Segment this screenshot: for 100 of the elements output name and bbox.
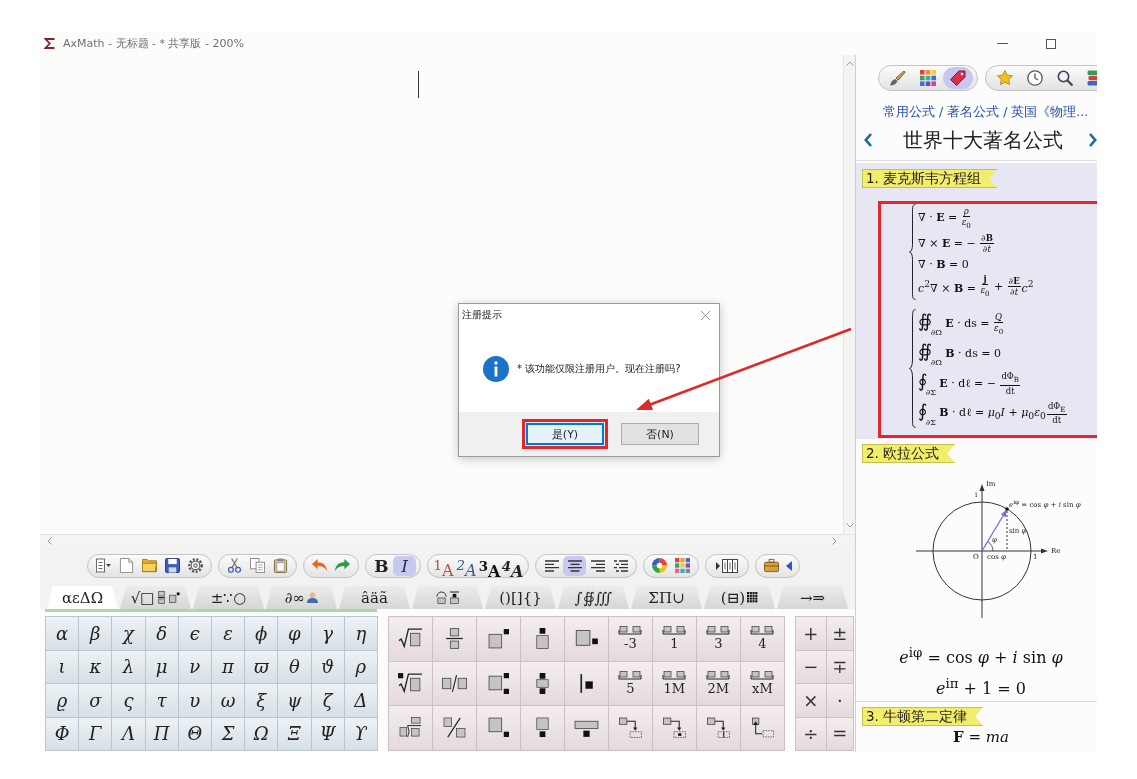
symbol-key[interactable]: χ — [112, 617, 146, 651]
symbol-key[interactable]: ψ — [278, 684, 312, 718]
symbol-tab[interactable]: ∫∯∭ — [558, 586, 629, 609]
scroll-left-icon[interactable] — [47, 537, 52, 545]
template-key[interactable]: 2M — [696, 661, 741, 706]
template-key[interactable]: 3 — [696, 617, 741, 662]
triangle-left-icon[interactable] — [786, 560, 792, 571]
color-grid-icon[interactable] — [675, 558, 690, 573]
symbol-key[interactable]: α — [46, 617, 80, 651]
symbol-key[interactable]: κ — [79, 650, 113, 684]
settings-icon[interactable] — [188, 558, 203, 573]
symbol-key[interactable]: υ — [178, 684, 212, 718]
symbol-key[interactable]: θ — [278, 650, 312, 684]
play-table-icon[interactable] — [716, 558, 738, 573]
search-icon[interactable] — [1057, 70, 1073, 86]
symbol-tab[interactable]: αεΔΩ — [47, 586, 118, 609]
horizontal-scrollbar[interactable] — [40, 534, 855, 547]
symbol-key[interactable]: ϱ — [46, 684, 80, 718]
library-tab[interactable] — [943, 67, 973, 89]
template-key[interactable] — [388, 661, 433, 706]
symbol-tab[interactable]: ∂∞ — [266, 586, 337, 609]
symbol-tab[interactable]: →⇒ — [777, 586, 848, 609]
symbol-key[interactable]: Δ — [344, 684, 378, 718]
template-key[interactable]: 1 — [652, 617, 697, 662]
symbol-tab[interactable] — [412, 586, 483, 609]
breadcrumb[interactable]: 常用公式 / 著名公式 / 英国《物理... — [883, 104, 1089, 120]
template-key[interactable]: 1M — [652, 661, 697, 706]
symbol-tab[interactable]: √□ — [120, 586, 191, 609]
maximize-icon[interactable] — [1046, 38, 1056, 49]
clock-icon[interactable] — [1027, 70, 1043, 86]
dialog-button[interactable]: 否(N) — [621, 423, 699, 445]
scroll-up-icon[interactable] — [845, 61, 854, 66]
save-icon[interactable] — [165, 558, 180, 573]
template-key[interactable]: 4 — [740, 617, 785, 662]
symbol-key[interactable]: φ — [278, 617, 312, 651]
symbol-key[interactable]: η — [344, 617, 378, 651]
vertical-scrollbar[interactable] — [843, 55, 855, 534]
symbol-key[interactable]: λ — [112, 650, 146, 684]
star-icon[interactable] — [997, 70, 1013, 86]
symbol-key[interactable]: Φ — [46, 717, 80, 751]
symbol-key[interactable]: γ — [311, 617, 345, 651]
dialog-button[interactable]: 是(Y) — [526, 423, 604, 445]
template-key[interactable] — [520, 661, 565, 706]
font-style-button[interactable]: $^{4}$A — [501, 555, 524, 576]
symbol-key[interactable]: Λ — [112, 717, 146, 751]
document-menu-icon[interactable] — [96, 558, 111, 573]
chevron-right-icon[interactable] — [1089, 133, 1097, 147]
operator-key[interactable]: · — [826, 684, 854, 718]
symbol-key[interactable]: Γ — [79, 717, 113, 751]
symbol-tab[interactable]: ΣΠ∪ — [631, 586, 702, 609]
template-key[interactable]: -3 — [608, 617, 653, 662]
symbol-tab[interactable]: âäã — [339, 586, 410, 609]
font-style-button[interactable]: $^{2}$A — [455, 555, 478, 576]
symbol-tab[interactable]: ()[]{} — [485, 586, 556, 609]
symbol-key[interactable]: σ — [79, 684, 113, 718]
template-key[interactable]: 5 — [608, 661, 653, 706]
symbol-key[interactable]: δ — [145, 617, 179, 651]
scroll-right-icon[interactable] — [832, 537, 837, 545]
scissors-icon[interactable] — [227, 558, 242, 573]
chevron-left-icon[interactable] — [864, 133, 872, 147]
italic-button[interactable]: I — [393, 555, 416, 576]
operator-key[interactable]: + — [795, 617, 827, 651]
symbol-key[interactable]: β — [79, 617, 113, 651]
symbol-key[interactable]: ς — [112, 684, 146, 718]
template-key[interactable]: xM — [740, 661, 785, 706]
close-icon[interactable] — [701, 310, 710, 320]
operator-key[interactable]: ± — [826, 617, 854, 651]
new-document-icon[interactable] — [119, 558, 134, 573]
template-key[interactable] — [564, 617, 609, 662]
symbol-key[interactable]: ξ — [245, 684, 279, 718]
bold-button[interactable]: B — [370, 555, 393, 576]
align-button[interactable] — [563, 555, 586, 576]
operator-key[interactable]: × — [795, 684, 827, 718]
template-key[interactable] — [388, 617, 433, 662]
copy-icon[interactable] — [250, 558, 265, 573]
symbol-key[interactable]: Ξ — [278, 717, 312, 751]
formula-section[interactable] — [856, 163, 1097, 439]
undo-icon[interactable] — [312, 558, 327, 573]
folder-icon[interactable] — [142, 558, 157, 573]
symbol-key[interactable]: ι — [46, 650, 80, 684]
symbol-key[interactable]: ω — [211, 684, 246, 718]
font-style-button[interactable]: $^{3}$A — [478, 555, 501, 576]
symbol-key[interactable]: ϕ — [245, 617, 279, 651]
briefcase-icon[interactable] — [764, 558, 779, 573]
symbol-key[interactable]: τ — [145, 684, 179, 718]
symbol-key[interactable]: ϖ — [245, 650, 279, 684]
font-style-button[interactable]: $^{1}$A — [432, 555, 455, 576]
template-key[interactable] — [564, 661, 609, 706]
redo-icon[interactable] — [335, 558, 350, 573]
scroll-down-icon[interactable] — [845, 523, 854, 528]
symbol-key[interactable]: Ω — [245, 717, 279, 751]
color-wheel-icon[interactable] — [652, 558, 667, 573]
operator-key[interactable]: ÷ — [795, 717, 827, 751]
symbol-key[interactable]: ζ — [311, 684, 345, 718]
symbol-tab[interactable]: (⊟) — [704, 586, 775, 609]
symbol-key[interactable]: ϵ — [178, 617, 212, 651]
clipboard-icon[interactable] — [273, 558, 288, 573]
symbol-key[interactable]: ε — [211, 617, 246, 651]
template-key[interactable] — [476, 661, 521, 706]
operator-key[interactable]: − — [795, 650, 827, 684]
